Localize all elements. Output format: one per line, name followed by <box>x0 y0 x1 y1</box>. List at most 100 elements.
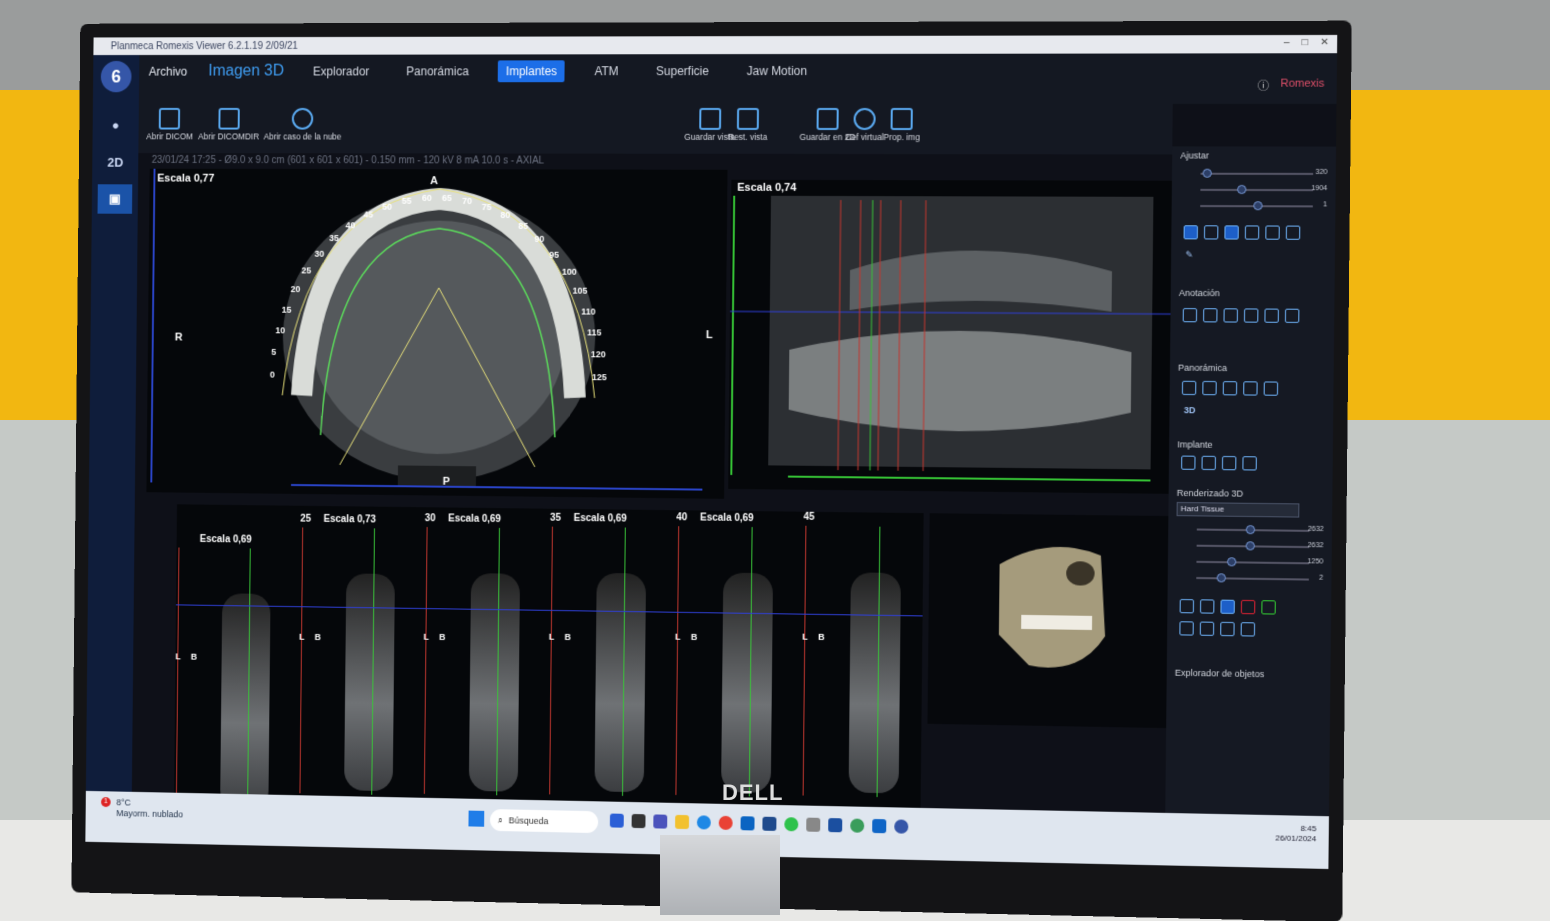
restore-view-button[interactable]: Rest. vista <box>728 107 768 142</box>
tab-atm[interactable]: ATM <box>586 60 626 82</box>
render-slider-3[interactable] <box>1196 557 1310 567</box>
menu-archivo[interactable]: Archivo <box>149 65 188 79</box>
cross-section-panel[interactable]: Escala 0,69 L B <box>174 534 312 814</box>
cross-section-strip[interactable]: Escala 0,69 L B 25 Escala 0,73 L B 30 Escala 0,6… <box>173 504 924 814</box>
axial-view[interactable]: Escala 0,77 A R L P 0 5 10 15 20 25 30 35 40 45 50… <box>146 168 728 499</box>
render-knob-3[interactable] <box>1227 557 1237 567</box>
app-icon-2[interactable] <box>828 818 843 833</box>
file-explorer-icon[interactable] <box>675 814 690 830</box>
close-icon[interactable]: ✕ <box>1320 37 1329 48</box>
maximize-icon[interactable]: □ <box>1302 37 1308 48</box>
angle-icon[interactable] <box>1203 308 1218 323</box>
taskbar-search[interactable]: ⌕ Búsqueda <box>489 809 599 834</box>
orient-buccal: B <box>818 631 825 642</box>
nerve-icon[interactable] <box>1264 308 1279 323</box>
outlook-icon[interactable] <box>872 818 887 834</box>
tab-superficie[interactable]: Superficie <box>648 60 717 82</box>
render-mode-select[interactable]: Hard Tissue <box>1176 501 1300 518</box>
pano-3d-button[interactable]: 3D <box>1184 405 1196 415</box>
brightness-slider[interactable] <box>1200 168 1314 178</box>
pano-curve-icon-4[interactable] <box>1243 381 1258 396</box>
render-slider-2[interactable] <box>1196 541 1310 551</box>
render-icon-8[interactable] <box>1220 621 1235 637</box>
cross-section-bone <box>594 572 647 793</box>
tab-implantes[interactable]: Implantes <box>498 60 566 83</box>
arch-label: 125 <box>591 372 607 383</box>
implant-icon[interactable] <box>1181 455 1196 470</box>
teams-icon[interactable] <box>653 814 668 829</box>
render-slider-1[interactable] <box>1196 525 1310 535</box>
store-icon[interactable] <box>762 816 777 831</box>
text-annotation-icon[interactable] <box>1223 308 1238 323</box>
contrast-slider[interactable] <box>1200 184 1314 195</box>
render-icon-3[interactable] <box>1220 599 1235 614</box>
note-icon[interactable] <box>1243 308 1259 323</box>
fit-icon[interactable] <box>1203 225 1219 240</box>
edge-icon[interactable] <box>696 815 711 830</box>
brightness-knob[interactable] <box>1202 168 1212 178</box>
mode-3d-cube-icon[interactable]: ▣ <box>97 184 133 214</box>
pano-curve-icon-2[interactable] <box>1202 380 1217 396</box>
image-properties-button[interactable]: Prop. img <box>883 107 920 142</box>
ruler-icon[interactable] <box>1182 308 1198 323</box>
menu-imagen-3d[interactable]: Imagen 3D <box>208 63 284 81</box>
cross-section-panel[interactable]: 35 Escala 0,69 L B <box>547 513 688 803</box>
gamma-knob[interactable] <box>1253 201 1263 211</box>
mail-icon[interactable] <box>740 816 755 831</box>
render-icon-5[interactable] <box>1261 600 1276 615</box>
cross-section-panel[interactable]: 25 Escala 0,73 L B <box>297 514 436 802</box>
zoom-icon[interactable] <box>1183 225 1198 240</box>
open-cloud-case-button[interactable]: Abrir caso de la nube <box>264 107 342 141</box>
weather-widget[interactable]: 1 8°C Mayorm. nublado <box>101 797 183 820</box>
cross-section-panel[interactable]: 30 Escala 0,69 L B <box>422 513 562 802</box>
cross-section-panel[interactable]: 40 Escala 0,69 L B <box>673 512 815 804</box>
render-3d-view[interactable] <box>927 513 1173 729</box>
render-icon-7[interactable] <box>1199 621 1215 636</box>
pano-curve-icon-5[interactable] <box>1263 381 1279 396</box>
crown-icon[interactable] <box>1221 455 1237 471</box>
user-icon[interactable]: ● <box>98 110 133 139</box>
render-icon-2[interactable] <box>1199 599 1215 614</box>
render-knob-2[interactable] <box>1245 541 1255 551</box>
info-icon[interactable]: ⓘ <box>1258 78 1269 94</box>
wrench-icon[interactable]: ✎ <box>1185 249 1193 260</box>
whatsapp-icon[interactable] <box>784 817 799 832</box>
render-knob-4[interactable] <box>1216 573 1226 583</box>
pano-curve-icon-3[interactable] <box>1222 381 1238 396</box>
clock[interactable]: 8:45 26/01/2024 <box>1275 823 1316 844</box>
contrast-knob[interactable] <box>1237 184 1247 195</box>
render-icon-1[interactable] <box>1179 599 1195 614</box>
windows-start-icon[interactable] <box>468 810 485 827</box>
app-icon-1[interactable] <box>806 817 821 832</box>
render-slider-4[interactable] <box>1196 573 1309 583</box>
app-icon-3[interactable] <box>850 818 865 833</box>
tab-panoramica[interactable]: Panorámica <box>398 60 476 82</box>
implant-search-icon[interactable] <box>1242 456 1257 471</box>
gamma-slider[interactable] <box>1200 201 1313 211</box>
tab-jaw-motion[interactable]: Jaw Motion <box>739 60 816 82</box>
abutment-icon[interactable] <box>1201 455 1216 471</box>
copilot-icon[interactable] <box>609 813 624 828</box>
tab-explorador[interactable]: Explorador <box>305 61 377 83</box>
render-icon-9[interactable] <box>1240 622 1256 637</box>
pano-curve-icon-1[interactable] <box>1181 380 1197 396</box>
open-dicom-button[interactable]: Abrir DICOM <box>146 107 193 141</box>
cross-section-panel[interactable]: 45 L B <box>801 512 924 805</box>
cross-section-red-line <box>175 547 180 813</box>
render-icon-6[interactable] <box>1179 621 1194 636</box>
mode-2d-button[interactable]: 2D <box>98 147 133 176</box>
minimize-icon[interactable]: – <box>1284 37 1290 48</box>
filter-icon[interactable] <box>1224 225 1239 240</box>
virtual-ceph-button[interactable]: Cef virtual <box>845 107 884 142</box>
render-icon-4[interactable] <box>1240 599 1256 615</box>
head-view-icon[interactable] <box>1265 225 1280 240</box>
ear-icon[interactable] <box>1285 225 1301 240</box>
panoramic-view[interactable]: Escala 0,74 <box>728 179 1174 494</box>
render-knob-1[interactable] <box>1245 525 1256 535</box>
image-icon[interactable] <box>1244 225 1260 240</box>
line-icon[interactable] <box>1284 308 1300 323</box>
chrome-icon[interactable] <box>718 815 733 831</box>
task-view-icon[interactable] <box>631 813 646 829</box>
romexis-taskbar-icon[interactable] <box>894 819 909 834</box>
open-dicomdir-button[interactable]: Abrir DICOMDIR <box>198 107 259 141</box>
